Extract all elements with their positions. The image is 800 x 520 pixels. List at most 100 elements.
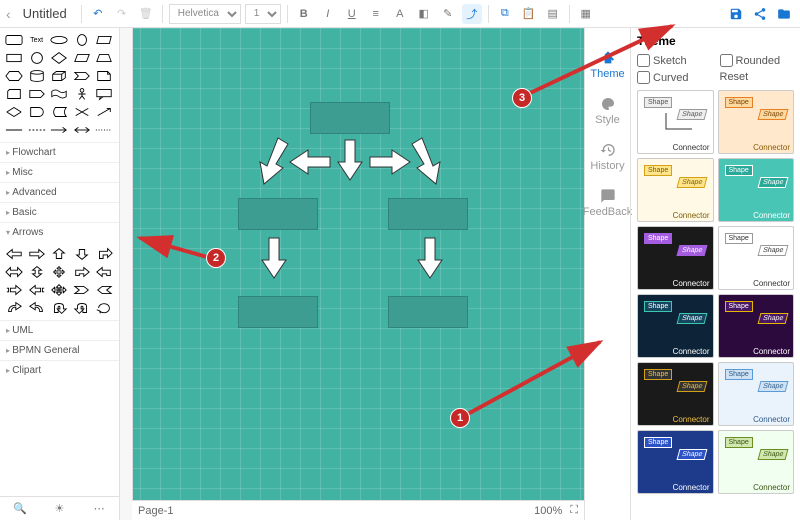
align-icon[interactable]: ≡ bbox=[366, 4, 386, 24]
bold-icon[interactable]: B bbox=[294, 4, 314, 24]
chevron-left-icon[interactable]: ‹ bbox=[6, 6, 11, 22]
arr-stripe1[interactable] bbox=[4, 282, 24, 298]
node-bl[interactable] bbox=[238, 296, 318, 328]
arr-lr[interactable] bbox=[4, 264, 24, 280]
arrow-dl[interactable] bbox=[256, 136, 290, 186]
connector-icon[interactable]: ⤴ bbox=[462, 4, 482, 24]
tab-feedback[interactable]: FeedBack bbox=[585, 180, 630, 226]
shape-tape[interactable] bbox=[49, 86, 69, 102]
arrow-left[interactable] bbox=[288, 148, 332, 176]
cat-bpmn[interactable]: BPMN General bbox=[0, 340, 119, 360]
shape-oval-tall[interactable] bbox=[72, 32, 92, 48]
canvas[interactable]: 1 2 3 Page-1 100% ⛶ bbox=[120, 28, 584, 520]
theme-card[interactable]: ShapeShapeConnector bbox=[718, 294, 795, 358]
line-arrow1[interactable] bbox=[49, 122, 69, 138]
theme-card[interactable]: ShapeShapeConnector bbox=[718, 226, 795, 290]
save-icon[interactable] bbox=[726, 4, 746, 24]
shape-x[interactable] bbox=[72, 104, 92, 120]
font-color-icon[interactable]: A bbox=[390, 4, 410, 24]
zoom-fit-icon[interactable]: ⛶ bbox=[570, 504, 578, 517]
cat-flowchart[interactable]: Flowchart bbox=[0, 142, 119, 162]
arr-chevl[interactable] bbox=[94, 282, 114, 298]
shape-text[interactable]: Text bbox=[27, 32, 47, 48]
shape-actor[interactable] bbox=[72, 86, 92, 102]
shape-circle[interactable] bbox=[27, 50, 47, 66]
theme-card[interactable]: ShapeShapeConnector bbox=[637, 90, 714, 154]
italic-icon[interactable]: I bbox=[318, 4, 338, 24]
arr-bent2[interactable] bbox=[94, 264, 114, 280]
pencil-icon[interactable]: ✎ bbox=[438, 4, 458, 24]
cat-uml[interactable]: UML bbox=[0, 320, 119, 340]
font-family-select[interactable]: Helvetica bbox=[169, 4, 241, 24]
cat-advanced[interactable]: Advanced bbox=[0, 182, 119, 202]
shape-card[interactable] bbox=[4, 86, 24, 102]
arr-quad2[interactable] bbox=[49, 282, 69, 298]
shape-rect[interactable] bbox=[4, 50, 24, 66]
node-root[interactable] bbox=[310, 102, 390, 134]
node-right[interactable] bbox=[388, 198, 468, 230]
more-shapes-icon[interactable]: ⋯ bbox=[89, 499, 109, 519]
shape-hexagon[interactable] bbox=[4, 68, 24, 84]
arrow-dr[interactable] bbox=[410, 136, 444, 186]
settings-icon[interactable]: ☀ bbox=[49, 499, 69, 519]
shape-callout[interactable] bbox=[94, 86, 114, 102]
reset-link[interactable]: Reset bbox=[720, 71, 795, 84]
node-left[interactable] bbox=[238, 198, 318, 230]
delete-icon[interactable]: 🗑 bbox=[136, 4, 156, 24]
arr-right[interactable] bbox=[27, 246, 47, 262]
theme-card[interactable]: ShapeShapeConnector bbox=[718, 362, 795, 426]
shape-oval-wide[interactable] bbox=[49, 32, 69, 48]
folder-icon[interactable] bbox=[774, 4, 794, 24]
arrow-down-center[interactable] bbox=[336, 138, 364, 182]
undo-icon[interactable]: ↶ bbox=[88, 4, 108, 24]
line-arrow2[interactable] bbox=[72, 122, 92, 138]
fill-color-icon[interactable]: ◧ bbox=[414, 4, 434, 24]
arrow-down-r[interactable] bbox=[416, 236, 444, 280]
zoom-label[interactable]: 100% bbox=[534, 505, 562, 517]
node-br[interactable] bbox=[388, 296, 468, 328]
shape-trapezoid[interactable] bbox=[94, 50, 114, 66]
theme-card[interactable]: ShapeShapeConnector bbox=[718, 90, 795, 154]
document-title[interactable]: Untitled bbox=[15, 6, 75, 21]
arr-up[interactable] bbox=[49, 246, 69, 262]
theme-card[interactable]: ShapeShapeConnector bbox=[718, 430, 795, 494]
arr-quad[interactable] bbox=[49, 264, 69, 280]
shape-or[interactable] bbox=[4, 104, 24, 120]
arr-uturn1[interactable] bbox=[49, 300, 69, 316]
theme-card[interactable]: ShapeShapeConnector bbox=[637, 294, 714, 358]
page-label[interactable]: Page-1 bbox=[138, 505, 173, 517]
shape-and[interactable] bbox=[27, 104, 47, 120]
shape-rounded-rect[interactable] bbox=[4, 32, 24, 48]
arrow-down-l[interactable] bbox=[260, 236, 288, 280]
line-solid[interactable] bbox=[4, 122, 24, 138]
shape-parallelogram[interactable] bbox=[72, 50, 92, 66]
arr-curve1[interactable] bbox=[4, 300, 24, 316]
check-rounded[interactable]: Rounded bbox=[720, 54, 795, 67]
theme-card[interactable]: ShapeShapeConnector bbox=[637, 430, 714, 494]
cat-arrows[interactable]: Arrows bbox=[0, 222, 119, 242]
shape-cylinder[interactable] bbox=[27, 68, 47, 84]
arr-bent1[interactable] bbox=[72, 264, 92, 280]
shape-note[interactable] bbox=[94, 68, 114, 84]
arr-curve2[interactable] bbox=[27, 300, 47, 316]
underline-icon[interactable]: U bbox=[342, 4, 362, 24]
theme-card[interactable]: ShapeShapeConnector bbox=[637, 158, 714, 222]
shape-data[interactable] bbox=[49, 104, 69, 120]
shape-tag[interactable] bbox=[27, 86, 47, 102]
arr-down[interactable] bbox=[72, 246, 92, 262]
shape-step[interactable] bbox=[72, 68, 92, 84]
redo-icon[interactable]: ↷ bbox=[112, 4, 132, 24]
arr-stripe2[interactable] bbox=[27, 282, 47, 298]
arr-cycle[interactable] bbox=[94, 300, 114, 316]
theme-card[interactable]: ShapeShapeConnector bbox=[637, 226, 714, 290]
arr-ud[interactable] bbox=[27, 264, 47, 280]
arr-left[interactable] bbox=[4, 246, 24, 262]
arr-chevr[interactable] bbox=[72, 282, 92, 298]
theme-card[interactable]: ShapeShapeConnector bbox=[718, 158, 795, 222]
share-icon[interactable] bbox=[750, 4, 770, 24]
theme-card[interactable]: ShapeShapeConnector bbox=[637, 362, 714, 426]
shape-skew[interactable] bbox=[94, 32, 114, 48]
font-size-select[interactable]: 12 bbox=[245, 4, 281, 24]
arr-uturn2[interactable] bbox=[72, 300, 92, 316]
cat-basic[interactable]: Basic bbox=[0, 202, 119, 222]
